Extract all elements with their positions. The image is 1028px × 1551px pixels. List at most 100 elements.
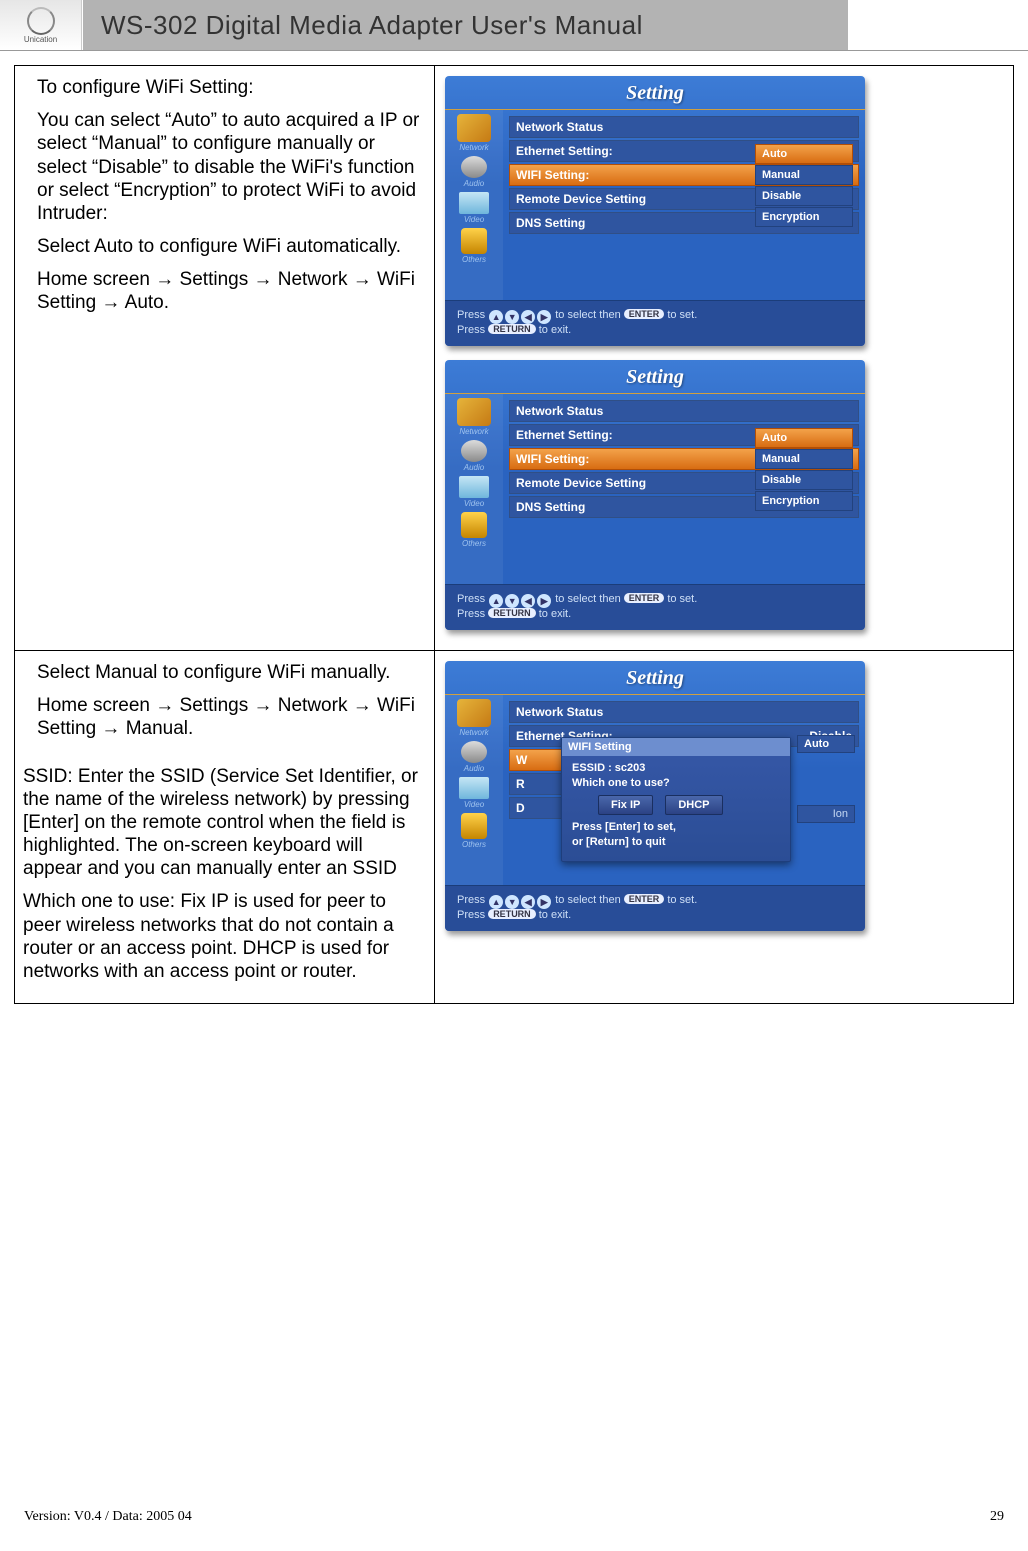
- panel3-menu: Network Status Ethernet Setting:Disable …: [503, 695, 865, 885]
- popup-essid: ESSID : sc203: [572, 762, 780, 774]
- wifi-popup: WIFI Setting ESSID : sc203 Which one to …: [561, 737, 791, 862]
- p1-row-netstatus[interactable]: Network Status: [509, 116, 859, 138]
- popup-hint1: Press [Enter] to set,: [572, 821, 780, 833]
- up-icon: ▲: [489, 310, 503, 324]
- rail-video: Video: [464, 800, 484, 809]
- down-icon: ▼: [505, 594, 519, 608]
- p1-dropdown: Auto Manual Disable Encryption: [755, 144, 853, 228]
- version-text: Version: V0.4 / Data: 2005 04: [24, 1509, 192, 1525]
- video-icon: [459, 476, 489, 498]
- title-bar: WS-302 Digital Media Adapter User's Manu…: [82, 0, 848, 50]
- setting-panel-3: Setting Network Audio Video Others Netwo…: [445, 661, 865, 931]
- return-key-icon: RETURN: [488, 324, 536, 334]
- down-icon: ▼: [505, 895, 519, 909]
- p3-side-ion: Ion: [797, 805, 855, 823]
- doc-title: WS-302 Digital Media Adapter User's Manu…: [101, 10, 643, 41]
- popup-title: WIFI Setting: [562, 738, 790, 756]
- r2-extra1: SSID: Enter the SSID (Service Set Identi…: [23, 765, 422, 881]
- row2-image-cell: Setting Network Audio Video Others Netwo…: [435, 651, 1014, 1004]
- r2-extra2: Which one to use: Fix IP is used for pee…: [23, 890, 422, 983]
- page-footer: Version: V0.4 / Data: 2005 04 29: [24, 1509, 1004, 1525]
- rail-others: Others: [462, 255, 486, 264]
- p2-drop-disable[interactable]: Disable: [755, 470, 853, 490]
- down-icon: ▼: [505, 310, 519, 324]
- p2-drop-encryption[interactable]: Encryption: [755, 491, 853, 511]
- left-icon: ◀: [521, 310, 535, 324]
- r1-p4: Home screen → Settings → Network → WiFi …: [37, 268, 422, 314]
- left-icon: ◀: [521, 594, 535, 608]
- row1-text-cell: To configure WiFi Setting: You can selec…: [15, 66, 435, 651]
- dhcp-button[interactable]: DHCP: [665, 795, 722, 815]
- p1-footer: Press ▲▼◀▶ to select then ENTER to set. …: [445, 300, 865, 346]
- logo: Unication: [0, 0, 82, 50]
- popup-which: Which one to use?: [572, 777, 780, 789]
- panel1-menu: Network Status Ethernet Setting:Disable …: [503, 110, 865, 300]
- panel3-title: Setting: [445, 661, 865, 695]
- row1-image-cell: Setting Network Audio Video Others Netwo…: [435, 66, 1014, 651]
- p1-drop-auto[interactable]: Auto: [755, 144, 853, 164]
- p3-side-auto: Auto: [797, 735, 855, 753]
- up-icon: ▲: [489, 895, 503, 909]
- enter-key-icon: ENTER: [624, 593, 665, 603]
- return-key-icon: RETURN: [488, 909, 536, 919]
- row2-text-cell: Select Manual to configure WiFi manually…: [15, 651, 435, 1004]
- p2-footer: Press ▲▼◀▶ to select then ENTER to set. …: [445, 584, 865, 630]
- rail-others: Others: [462, 539, 486, 548]
- network-icon: [457, 114, 491, 142]
- p2-dropdown: Auto Manual Disable Encryption: [755, 428, 853, 512]
- video-icon: [459, 192, 489, 214]
- rail-audio: Audio: [464, 764, 484, 773]
- p1-drop-disable[interactable]: Disable: [755, 186, 853, 206]
- audio-icon: [461, 156, 487, 178]
- r1-p3: Select Auto to configure WiFi automatica…: [37, 235, 422, 258]
- p1-drop-manual[interactable]: Manual: [755, 165, 853, 185]
- right-icon: ▶: [537, 895, 551, 909]
- panel2-menu: Network Status Ethernet Setting:Disable …: [503, 394, 865, 584]
- rail-audio: Audio: [464, 179, 484, 188]
- up-icon: ▲: [489, 594, 503, 608]
- rail-others: Others: [462, 840, 486, 849]
- p3-row-netstatus[interactable]: Network Status: [509, 701, 859, 723]
- rail-network: Network: [459, 143, 488, 152]
- page-number: 29: [990, 1509, 1004, 1525]
- others-icon: [461, 512, 487, 538]
- video-icon: [459, 777, 489, 799]
- p1-drop-encryption[interactable]: Encryption: [755, 207, 853, 227]
- enter-key-icon: ENTER: [624, 894, 665, 904]
- left-icon: ◀: [521, 895, 535, 909]
- audio-icon: [461, 741, 487, 763]
- popup-hint2: or [Return] to quit: [572, 836, 780, 848]
- others-icon: [461, 228, 487, 254]
- enter-key-icon: ENTER: [624, 309, 665, 319]
- setting-panel-2: Setting Network Audio Video Others Netwo…: [445, 360, 865, 630]
- r1-p1: To configure WiFi Setting:: [37, 76, 422, 99]
- p3-footer: Press ▲▼◀▶ to select then ENTER to set. …: [445, 885, 865, 931]
- network-icon: [457, 398, 491, 426]
- p2-drop-auto[interactable]: Auto: [755, 428, 853, 448]
- network-icon: [457, 699, 491, 727]
- r2-p2: Home screen → Settings → Network → WiFi …: [37, 694, 422, 740]
- logo-swirl-icon: [27, 7, 55, 35]
- setting-panel-1: Setting Network Audio Video Others Netwo…: [445, 76, 865, 346]
- r2-p1: Select Manual to configure WiFi manually…: [37, 661, 422, 684]
- right-icon: ▶: [537, 310, 551, 324]
- panel3-rail: Network Audio Video Others: [445, 695, 503, 885]
- panel1-rail: Network Audio Video Others: [445, 110, 503, 300]
- r1-p2: You can select “Auto” to auto acquired a…: [37, 109, 422, 225]
- panel2-rail: Network Audio Video Others: [445, 394, 503, 584]
- fix-ip-button[interactable]: Fix IP: [598, 795, 653, 815]
- doc-header: Unication WS-302 Digital Media Adapter U…: [0, 0, 1028, 51]
- rail-audio: Audio: [464, 463, 484, 472]
- right-icon: ▶: [537, 594, 551, 608]
- rail-video: Video: [464, 215, 484, 224]
- title-tail: [848, 0, 1028, 50]
- content-table: To configure WiFi Setting: You can selec…: [14, 65, 1014, 1004]
- p2-drop-manual[interactable]: Manual: [755, 449, 853, 469]
- logo-caption: Unication: [24, 35, 57, 44]
- panel1-title: Setting: [445, 76, 865, 110]
- rail-network: Network: [459, 427, 488, 436]
- p2-row-netstatus[interactable]: Network Status: [509, 400, 859, 422]
- rail-video: Video: [464, 499, 484, 508]
- others-icon: [461, 813, 487, 839]
- audio-icon: [461, 440, 487, 462]
